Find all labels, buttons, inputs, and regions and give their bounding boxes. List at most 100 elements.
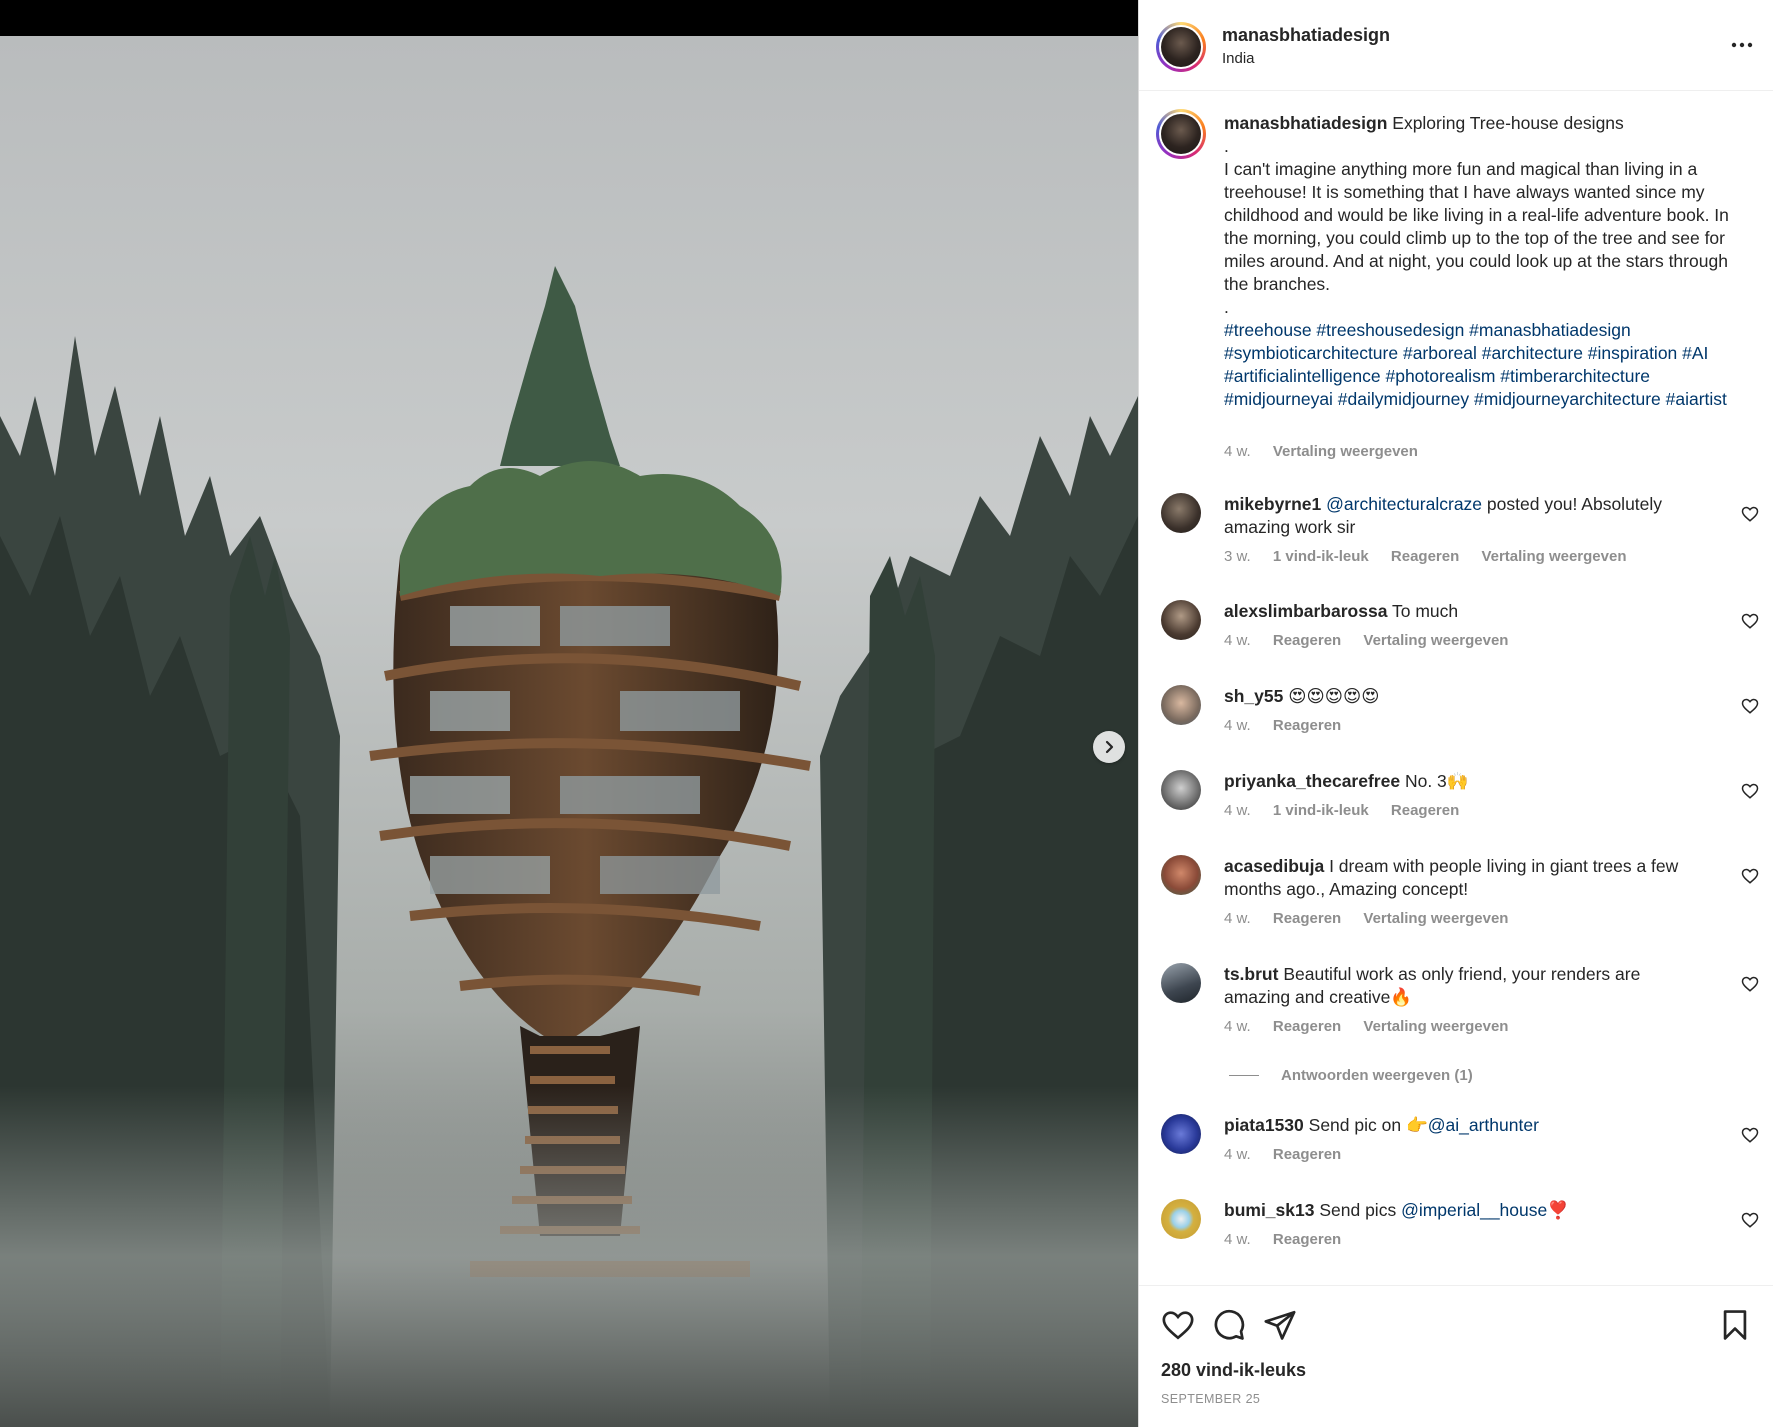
caption-time[interactable]: 4 w. bbox=[1224, 443, 1251, 460]
view-replies-button[interactable]: Antwoorden weergeven (1) bbox=[1229, 1067, 1473, 1084]
comment-text: priyanka_thecarefree No. 3🙌 bbox=[1224, 770, 1704, 793]
comment-body: Send pic on 👉 bbox=[1308, 1115, 1428, 1135]
comment-mention[interactable]: @architecturalcraze bbox=[1326, 494, 1482, 514]
commenter-username[interactable]: bumi_sk13 bbox=[1224, 1200, 1314, 1220]
post-media bbox=[0, 0, 1138, 1427]
commenter-avatar[interactable] bbox=[1161, 855, 1201, 895]
caption-meta: 4 w. Vertaling weergeven bbox=[1224, 443, 1436, 461]
comment-text: sh_y55 😍😍😍😍😍 bbox=[1224, 685, 1704, 708]
commenter-username[interactable]: alexslimbarbarossa bbox=[1224, 601, 1387, 621]
heart-icon[interactable] bbox=[1741, 782, 1759, 800]
comment-body: No. 3🙌 bbox=[1404, 771, 1469, 791]
commenter-username[interactable]: priyanka_thecarefree bbox=[1224, 771, 1400, 791]
comment-text: mikebyrne1 @architecturalcraze posted yo… bbox=[1224, 493, 1704, 539]
comment-text: bumi_sk13 Send pics @imperial__house❣️ bbox=[1224, 1199, 1704, 1222]
commenter-avatar[interactable] bbox=[1161, 770, 1201, 810]
post-date[interactable]: SEPTEMBER 25 bbox=[1161, 1392, 1260, 1406]
likes-count[interactable]: 280 vind-ik-leuks bbox=[1161, 1360, 1306, 1381]
comment-text: piata1530 Send pic on 👉@ai_arthunter bbox=[1224, 1114, 1704, 1137]
next-image-button[interactable] bbox=[1093, 731, 1125, 763]
translate-button[interactable]: Vertaling weergeven bbox=[1481, 548, 1626, 565]
comment-text: ts.brut Beautiful work as only friend, y… bbox=[1224, 963, 1704, 1009]
post-image bbox=[0, 36, 1138, 1427]
post-caption: manasbhatiadesign Exploring Tree-house d… bbox=[1224, 112, 1744, 411]
reply-button[interactable]: Reageren bbox=[1273, 1146, 1341, 1163]
comment-meta: 4 w. Reageren Vertaling weergeven bbox=[1224, 910, 1526, 928]
view-replies-label: Antwoorden weergeven (1) bbox=[1281, 1067, 1473, 1084]
commenter-avatar[interactable] bbox=[1161, 493, 1201, 533]
heart-icon[interactable] bbox=[1161, 1308, 1195, 1342]
comment-meta: 4 w. Reageren Vertaling weergeven bbox=[1224, 632, 1526, 650]
comment-time[interactable]: 4 w. bbox=[1224, 1231, 1251, 1248]
comment-time[interactable]: 4 w. bbox=[1224, 632, 1251, 649]
comment-emoji: ❣️ bbox=[1547, 1200, 1570, 1220]
more-options-icon[interactable] bbox=[1727, 30, 1757, 60]
post-location[interactable]: India bbox=[1222, 50, 1255, 67]
caption-body: I can't imagine anything more fun and ma… bbox=[1224, 159, 1729, 294]
comment-time[interactable]: 3 w. bbox=[1224, 548, 1251, 565]
translate-button[interactable]: Vertaling weergeven bbox=[1363, 910, 1508, 927]
heart-icon[interactable] bbox=[1741, 1211, 1759, 1229]
reply-button[interactable]: Reageren bbox=[1273, 717, 1341, 734]
author-username[interactable]: manasbhatiadesign bbox=[1222, 25, 1390, 46]
comment-time[interactable]: 4 w. bbox=[1224, 1146, 1251, 1163]
post-header: manasbhatiadesign India bbox=[1139, 0, 1773, 91]
comment-body: Beautiful work as only friend, your rend… bbox=[1224, 964, 1641, 1007]
replies-divider bbox=[1229, 1075, 1259, 1076]
commenter-username[interactable]: mikebyrne1 bbox=[1224, 494, 1321, 514]
heart-icon[interactable] bbox=[1741, 975, 1759, 993]
heart-icon[interactable] bbox=[1741, 867, 1759, 885]
comment-meta: 4 w. Reageren bbox=[1224, 1146, 1359, 1164]
reply-button[interactable]: Reageren bbox=[1273, 1231, 1341, 1248]
commenter-username[interactable]: sh_y55 bbox=[1224, 686, 1283, 706]
comment-text: acasedibuja I dream with people living i… bbox=[1224, 855, 1704, 901]
comment-likes-count[interactable]: 1 vind-ik-leuk bbox=[1273, 802, 1369, 819]
caption-translate-button[interactable]: Vertaling weergeven bbox=[1273, 443, 1418, 460]
commenter-username[interactable]: ts.brut bbox=[1224, 964, 1278, 984]
reply-button[interactable]: Reageren bbox=[1273, 1018, 1341, 1035]
commenter-avatar[interactable] bbox=[1161, 685, 1201, 725]
commenter-avatar[interactable] bbox=[1161, 1114, 1201, 1154]
comment-body: 😍😍😍😍😍 bbox=[1288, 686, 1380, 706]
reply-button[interactable]: Reageren bbox=[1391, 802, 1459, 819]
comment-time[interactable]: 4 w. bbox=[1224, 1018, 1251, 1035]
comment-time[interactable]: 4 w. bbox=[1224, 717, 1251, 734]
bookmark-icon[interactable] bbox=[1718, 1308, 1752, 1342]
comment-likes-count[interactable]: 1 vind-ik-leuk bbox=[1273, 548, 1369, 565]
caption-title: Exploring Tree-house designs bbox=[1392, 113, 1624, 133]
comment-body: Send pics bbox=[1319, 1200, 1402, 1220]
reply-button[interactable]: Reageren bbox=[1273, 910, 1341, 927]
reply-button[interactable]: Reageren bbox=[1273, 632, 1341, 649]
caption-hashtags[interactable]: #treehouse #treeshousedesign #manasbhati… bbox=[1224, 320, 1727, 409]
post-side-panel: manasbhatiadesign India manasbhatiadesig… bbox=[1138, 0, 1773, 1427]
heart-icon[interactable] bbox=[1741, 612, 1759, 630]
comment-time[interactable]: 4 w. bbox=[1224, 802, 1251, 819]
comment-time[interactable]: 4 w. bbox=[1224, 910, 1251, 927]
translate-button[interactable]: Vertaling weergeven bbox=[1363, 632, 1508, 649]
comment-text: alexslimbarbarossa To much bbox=[1224, 600, 1704, 623]
commenter-avatar[interactable] bbox=[1161, 600, 1201, 640]
translate-button[interactable]: Vertaling weergeven bbox=[1363, 1018, 1508, 1035]
comment-meta: 4 w. Reageren bbox=[1224, 1231, 1359, 1249]
comment-mention[interactable]: @imperial__house bbox=[1401, 1200, 1547, 1220]
comment-meta: 3 w. 1 vind-ik-leuk Reageren Vertaling w… bbox=[1224, 548, 1645, 566]
comment-body: To much bbox=[1391, 601, 1459, 621]
heart-icon[interactable] bbox=[1741, 1126, 1759, 1144]
caption-dot: . bbox=[1224, 297, 1229, 317]
reply-button[interactable]: Reageren bbox=[1391, 548, 1459, 565]
commenter-avatar[interactable] bbox=[1161, 963, 1201, 1003]
heart-icon[interactable] bbox=[1741, 697, 1759, 715]
commenter-avatar[interactable] bbox=[1161, 1199, 1201, 1239]
caption-author-avatar[interactable] bbox=[1156, 109, 1206, 159]
send-icon[interactable] bbox=[1263, 1308, 1297, 1342]
comments-list[interactable]: manasbhatiadesign Exploring Tree-house d… bbox=[1139, 91, 1773, 1285]
author-avatar[interactable] bbox=[1156, 22, 1206, 72]
commenter-username[interactable]: piata1530 bbox=[1224, 1115, 1304, 1135]
comment-icon[interactable] bbox=[1212, 1308, 1246, 1342]
heart-icon[interactable] bbox=[1741, 505, 1759, 523]
commenter-username[interactable]: acasedibuja bbox=[1224, 856, 1324, 876]
chevron-right-icon bbox=[1105, 740, 1114, 754]
comment-mention[interactable]: @ai_arthunter bbox=[1428, 1115, 1539, 1135]
caption-username[interactable]: manasbhatiadesign bbox=[1224, 113, 1387, 133]
caption-dot: . bbox=[1224, 136, 1229, 156]
